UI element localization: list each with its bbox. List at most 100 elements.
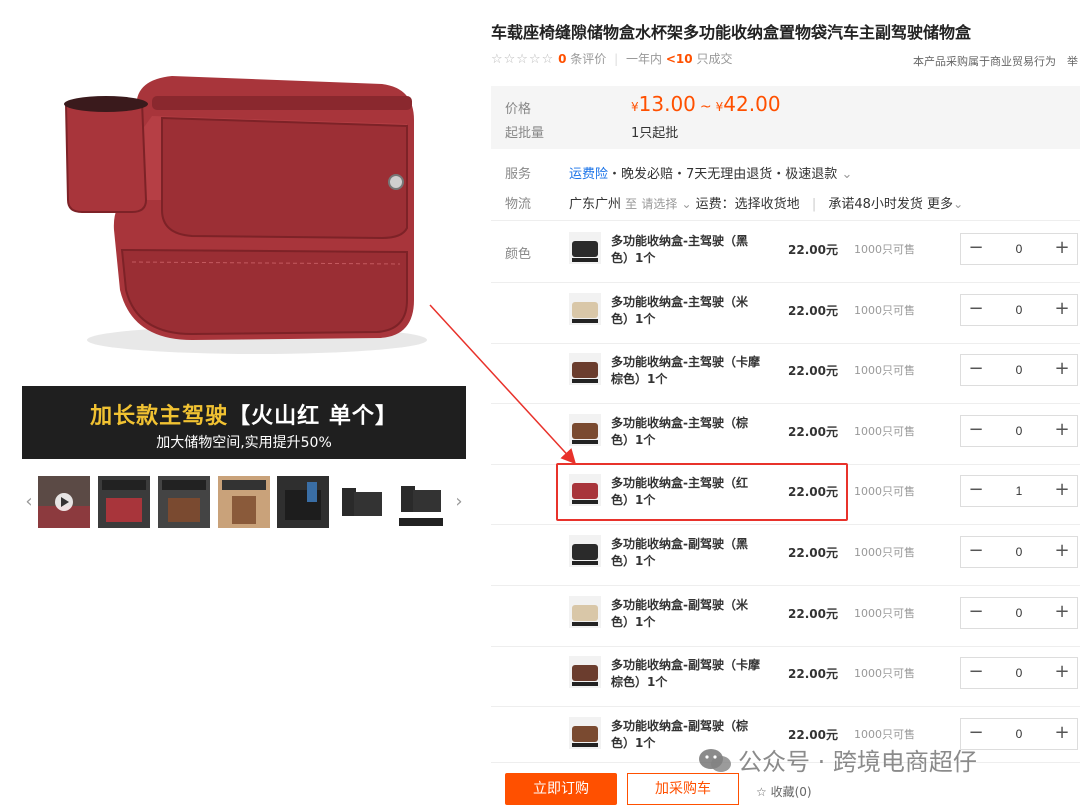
main-product-image[interactable] [22, 0, 466, 385]
selected-sku-highlight [556, 463, 848, 521]
sku-name: 多功能收纳盒-主驾驶（棕色）1个 [611, 416, 748, 447]
sku-thumbnail[interactable] [569, 535, 601, 567]
thumbnail-image[interactable] [277, 476, 329, 528]
quantity-input[interactable] [991, 355, 1047, 385]
favorite-button[interactable]: ☆ 收藏(0) [756, 783, 812, 800]
destination-select[interactable]: 请选择 [641, 197, 677, 211]
banner-title: 加长款主驾驶【火山红 单个】 [90, 404, 398, 429]
quantity-input[interactable] [991, 295, 1047, 325]
increase-button[interactable]: + [1047, 234, 1077, 264]
product-title: 车载座椅缝隙储物盒水杯架多功能收纳盒置物袋汽车主副驾驶储物盒 [491, 23, 972, 42]
increase-button[interactable]: + [1047, 719, 1077, 749]
price-label: 价格 [505, 102, 532, 117]
quantity-stepper: −+ [960, 415, 1078, 447]
sku-name: 多功能收纳盒-副驾驶（黑色）1个 [611, 537, 748, 568]
quantity-stepper: −+ [960, 657, 1078, 689]
sku-row: 多功能收纳盒-主驾驶（黑色）1个22.00元1000只可售−+ [491, 221, 1080, 283]
quantity-input[interactable] [991, 234, 1047, 264]
decrease-button[interactable]: − [961, 234, 991, 264]
sku-stock: 1000只可售 [854, 607, 915, 620]
sku-price: 22.00元 [788, 425, 838, 439]
quantity-input[interactable] [991, 719, 1047, 749]
decrease-button[interactable]: − [961, 355, 991, 385]
quantity-stepper: −+ [960, 233, 1078, 265]
chevron-right-icon[interactable]: › [452, 490, 466, 514]
sku-name: 多功能收纳盒-主驾驶（米色）1个 [611, 295, 748, 326]
increase-button[interactable]: + [1047, 658, 1077, 688]
thumbnail-image[interactable] [158, 476, 210, 528]
thumbnail-strip: ‹ › [22, 476, 466, 528]
more-link[interactable]: 更多 [927, 197, 953, 212]
review-suffix[interactable]: 条评价 [570, 52, 606, 66]
promo-banner: 加长款主驾驶【火山红 单个】 加大储物空间,实用提升50% [22, 386, 466, 459]
sku-thumbnail[interactable] [569, 353, 601, 385]
buy-now-button[interactable]: 立即订购 [505, 773, 617, 805]
sku-stock: 1000只可售 [854, 485, 915, 498]
moq-label: 起批量 [505, 126, 545, 141]
sku-row: 多功能收纳盒-主驾驶（棕色）1个22.00元1000只可售−+ [491, 403, 1080, 465]
add-to-cart-button[interactable]: 加采购车 [627, 773, 739, 805]
quantity-stepper: −+ [960, 475, 1078, 507]
sku-thumbnail[interactable] [569, 414, 601, 446]
sku-price: 22.00元 [788, 607, 838, 621]
quantity-input[interactable] [991, 658, 1047, 688]
decrease-button[interactable]: − [961, 295, 991, 325]
increase-button[interactable]: + [1047, 598, 1077, 628]
freight-insurance-link[interactable]: 运费险 [569, 167, 608, 182]
increase-button[interactable]: + [1047, 355, 1077, 385]
sku-price: 22.00元 [788, 546, 838, 560]
moq-value: 1只起批 [631, 126, 679, 141]
sku-thumbnail[interactable] [569, 293, 601, 325]
wechat-icon [699, 749, 731, 772]
sku-name: 多功能收纳盒-副驾驶（卡摩棕色）1个 [611, 658, 760, 689]
sales-suffix: 只成交 [696, 52, 733, 66]
increase-button[interactable]: + [1047, 476, 1077, 506]
chevron-down-icon[interactable]: ⌄ [953, 197, 963, 211]
sku-stock: 1000只可售 [854, 304, 915, 317]
decrease-button[interactable]: − [961, 658, 991, 688]
watermark: 公众号 · 跨境电商超仔 [698, 742, 977, 777]
sku-row: 多功能收纳盒-副驾驶（黑色）1个 22.00元 1000只可售 − + [491, 524, 1080, 586]
sku-stock: 1000只可售 [854, 667, 915, 680]
quantity-input[interactable] [991, 598, 1047, 628]
increase-button[interactable]: + [1047, 416, 1077, 446]
service-row: 运费险・晚发必赔・7天无理由退货・极速退款 ⌄ [569, 163, 852, 182]
sales-prefix: 一年内 [626, 52, 663, 66]
sku-price: 22.00元 [788, 728, 838, 742]
decrease-button[interactable]: − [961, 598, 991, 628]
sku-price: 22.00元 [788, 243, 838, 257]
quantity-input[interactable] [991, 537, 1047, 567]
thumbnail-image[interactable] [336, 476, 388, 528]
sku-thumbnail[interactable] [569, 717, 601, 749]
sku-stock: 1000只可售 [854, 546, 915, 559]
decrease-button[interactable]: − [961, 416, 991, 446]
sku-name: 多功能收纳盒-主驾驶（黑色）1个 [611, 234, 748, 265]
sku-name: 多功能收纳盒-副驾驶（米色）1个 [611, 598, 748, 629]
thumbnail-image[interactable] [395, 476, 447, 528]
logistics-row: 广东广州 至 请选择 ⌄ 运费：选择收货地 | 承诺48小时发货 更多⌄ [569, 197, 964, 212]
thumbnail-image[interactable] [218, 476, 270, 528]
product-gallery: 加长款主驾驶【火山红 单个】 加大储物空间,实用提升50% [22, 0, 466, 460]
chevron-left-icon[interactable]: ‹ [22, 490, 36, 514]
quantity-input[interactable] [991, 476, 1047, 506]
sku-thumbnail[interactable] [569, 232, 601, 264]
increase-button[interactable]: + [1047, 295, 1077, 325]
quantity-input[interactable] [991, 416, 1047, 446]
sku-thumbnail[interactable] [569, 596, 601, 628]
thumbnail-image[interactable] [98, 476, 150, 528]
increase-button[interactable]: + [1047, 537, 1077, 567]
sku-price: 22.00元 [788, 304, 838, 318]
origin-city: 广东广州 [569, 197, 622, 212]
thumbnail-video[interactable] [38, 476, 90, 528]
business-note: 本产品采购属于商业贸易行为 举 [913, 55, 1078, 68]
decrease-button[interactable]: − [961, 476, 991, 506]
sku-thumbnail[interactable] [569, 656, 601, 688]
review-count[interactable]: 0 [558, 52, 566, 66]
logistics-label: 物流 [505, 197, 532, 212]
sku-price: 22.00元 [788, 667, 838, 681]
service-label: 服务 [505, 167, 532, 182]
chevron-down-icon[interactable]: ⌄ [681, 197, 691, 211]
sku-row: 多功能收纳盒-副驾驶（卡摩棕色）1个22.00元1000只可售−+ [491, 645, 1080, 707]
decrease-button[interactable]: − [961, 537, 991, 567]
chevron-down-icon[interactable]: ⌄ [841, 167, 852, 182]
